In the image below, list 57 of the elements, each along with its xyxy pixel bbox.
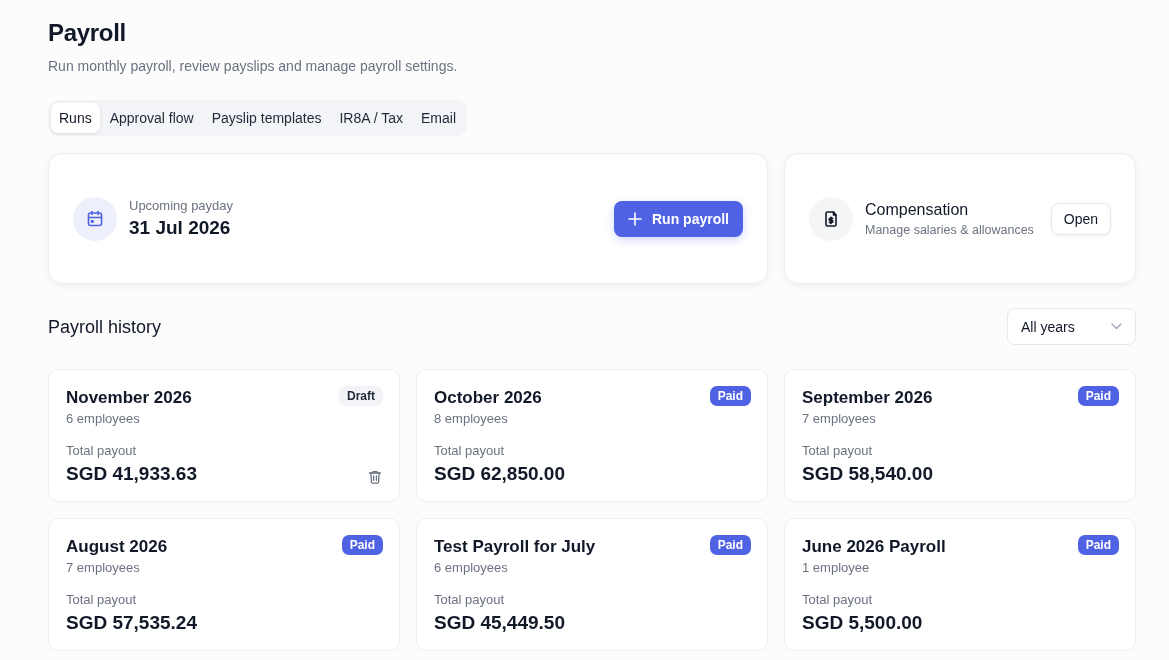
payroll-run-card[interactable]: June 2026 Payroll Paid 1 employee Total payout SGD 5,500.00 [784, 518, 1136, 651]
payday-date: 31 Jul 2026 [129, 216, 231, 240]
run-name: June 2026 Payroll [802, 536, 946, 558]
page-subtitle: Run monthly payroll, review payslips and manage payroll settings. [48, 57, 458, 76]
status-badge: Paid [1077, 386, 1119, 406]
open-button[interactable]: Open [1050, 202, 1111, 235]
status-badge: Paid [1077, 535, 1119, 555]
employee-count: 7 employees [66, 559, 140, 576]
year-select[interactable]: All years [1007, 308, 1136, 345]
payroll-run-card[interactable]: October 2026 Paid 8 employees Total payout SGD 62,850.00 [416, 369, 768, 502]
status-badge: Paid [709, 535, 751, 555]
total-amount: SGD 58,540.00 [802, 462, 933, 486]
total-label: Total payout [434, 591, 505, 608]
total-amount: SGD 41,933.63 [66, 462, 197, 486]
total-amount: SGD 57,535.24 [66, 611, 197, 635]
page-title: Payroll [48, 18, 126, 48]
delete-button[interactable] [367, 469, 383, 485]
chevron-down-icon [1111, 323, 1122, 330]
employee-count: 6 employees [66, 410, 140, 427]
run-payroll-button[interactable]: Run payroll [614, 200, 743, 237]
payroll-run-card[interactable]: Test Payroll for July Paid 6 employees Total payout SGD 45,449.50 [416, 518, 768, 651]
dollar-document-icon [809, 196, 853, 241]
status-badge: Draft [339, 386, 383, 406]
run-name: October 2026 [434, 387, 542, 409]
employee-count: 8 employees [434, 410, 508, 427]
run-name: Test Payroll for July [434, 536, 596, 558]
total-label: Total payout [434, 442, 505, 459]
tab[interactable]: Runs [51, 103, 100, 133]
total-label: Total payout [66, 442, 137, 459]
payroll-run-card[interactable]: September 2026 Paid 7 employees Total payout SGD 58,540.00 [784, 369, 1136, 502]
total-label: Total payout [802, 591, 873, 608]
status-badge: Paid [709, 386, 751, 406]
section-title: Payroll history [48, 315, 162, 339]
trash-icon [367, 469, 383, 485]
employee-count: 6 employees [434, 559, 508, 576]
plus-icon [628, 211, 642, 226]
total-amount: SGD 5,500.00 [802, 611, 923, 635]
compensation-title: Compensation [865, 199, 969, 220]
run-name: September 2026 [802, 387, 933, 409]
status-badge: Paid [341, 535, 383, 555]
payroll-run-card[interactable]: August 2026 Paid 7 employees Total payout SGD 57,535.24 [48, 518, 400, 651]
calendar-icon [73, 196, 117, 241]
compensation-subtitle: Manage salaries & allowances [865, 221, 1034, 238]
payroll-run-card[interactable]: November 2026 Draft 6 employees Total payout SGD 41,933.63 [48, 369, 400, 502]
total-label: Total payout [66, 591, 137, 608]
total-amount: SGD 45,449.50 [434, 611, 565, 635]
employee-count: 1 employee [802, 559, 870, 576]
employee-count: 7 employees [802, 410, 876, 427]
total-amount: SGD 62,850.00 [434, 462, 565, 486]
tab[interactable]: Payslip templates [203, 103, 330, 133]
tab[interactable]: IR8A / Tax [331, 103, 411, 133]
run-name: November 2026 [66, 387, 192, 409]
payday-label: Upcoming payday [129, 197, 234, 214]
tab[interactable]: Email [413, 103, 465, 133]
run-name: August 2026 [66, 536, 168, 558]
tab[interactable]: Approval flow [101, 103, 202, 133]
total-label: Total payout [802, 442, 873, 459]
